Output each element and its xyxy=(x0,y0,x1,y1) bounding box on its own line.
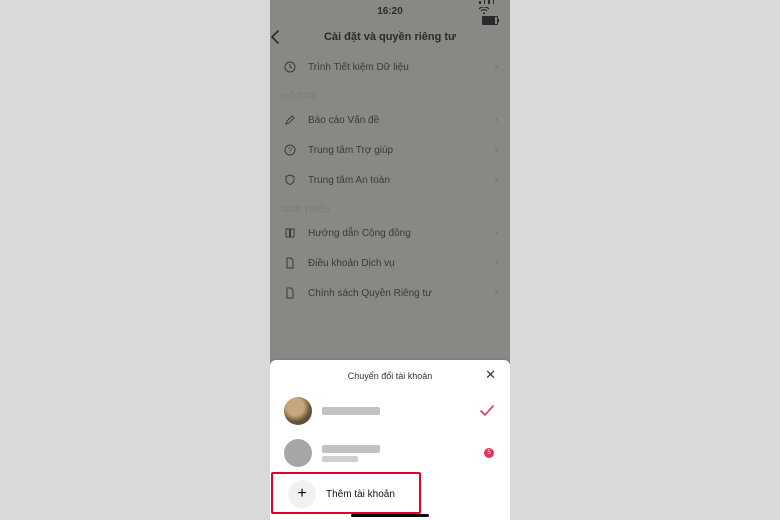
shield-icon xyxy=(282,174,298,186)
section-support: HỖ TRỢ xyxy=(270,82,510,105)
row-label: Chính sách Quyền Riêng tư xyxy=(308,288,432,299)
plus-icon: + xyxy=(288,480,316,508)
section-about: GIỚI THIỆU xyxy=(270,195,510,218)
svg-text:?: ? xyxy=(288,148,292,155)
row-privacy-policy[interactable]: Chính sách Quyền Riêng tư › xyxy=(270,278,510,308)
document-icon xyxy=(282,257,298,269)
notification-badge: 5 xyxy=(484,448,494,458)
account-row-other[interactable]: 5 xyxy=(270,432,510,474)
account-name-redacted xyxy=(322,445,380,462)
chevron-right-icon: › xyxy=(494,287,498,299)
row-label: Trình Tiết kiệm Dữ liệu xyxy=(308,62,409,73)
status-time: 16:20 xyxy=(270,6,510,17)
check-icon xyxy=(480,405,494,417)
row-label: Báo cáo Vấn đề xyxy=(308,115,379,126)
document-icon xyxy=(282,287,298,299)
add-account-button[interactable]: + Thêm tài khoản xyxy=(274,474,506,514)
row-label: Trung tâm An toàn xyxy=(308,175,390,186)
home-indicator[interactable] xyxy=(351,514,429,517)
row-terms[interactable]: Điều khoản Dịch vụ › xyxy=(270,248,510,278)
chevron-right-icon: › xyxy=(494,144,498,156)
header: Cài đặt và quyền riêng tư xyxy=(270,22,510,52)
page-title: Cài đặt và quyền riêng tư xyxy=(270,31,510,43)
chevron-right-icon: › xyxy=(494,174,498,186)
row-data-saver[interactable]: Trình Tiết kiệm Dữ liệu › xyxy=(270,52,510,82)
status-bar: 16:20 xyxy=(270,0,510,22)
avatar xyxy=(284,397,312,425)
chevron-right-icon: › xyxy=(494,114,498,126)
row-community-guidelines[interactable]: Hướng dẫn Cộng đồng › xyxy=(270,218,510,248)
close-icon[interactable]: ✕ xyxy=(485,369,496,381)
add-account-label: Thêm tài khoản xyxy=(326,489,395,500)
pencil-icon xyxy=(282,114,298,126)
book-icon xyxy=(282,227,298,239)
account-row-current[interactable] xyxy=(270,390,510,432)
sheet-title: Chuyển đổi tài khoản xyxy=(348,371,433,381)
row-label: Trung tâm Trợ giúp xyxy=(308,145,393,156)
signal-icon xyxy=(479,0,494,4)
chevron-right-icon: › xyxy=(494,227,498,239)
row-safety-center[interactable]: Trung tâm An toàn › xyxy=(270,165,510,195)
row-help-center[interactable]: ? Trung tâm Trợ giúp › xyxy=(270,135,510,165)
sheet-title-row: Chuyển đổi tài khoản ✕ xyxy=(270,370,510,390)
chevron-right-icon: › xyxy=(494,257,498,269)
question-icon: ? xyxy=(282,144,298,156)
account-switch-sheet: Chuyển đổi tài khoản ✕ 5 + Thêm tài khoả… xyxy=(270,360,510,520)
data-saver-icon xyxy=(282,61,298,73)
avatar xyxy=(284,439,312,467)
account-name-redacted xyxy=(322,407,380,415)
row-report-problem[interactable]: Báo cáo Vấn đề › xyxy=(270,105,510,135)
chevron-right-icon: › xyxy=(494,61,498,73)
row-label: Điều khoản Dịch vụ xyxy=(308,258,395,269)
row-label: Hướng dẫn Cộng đồng xyxy=(308,228,411,239)
